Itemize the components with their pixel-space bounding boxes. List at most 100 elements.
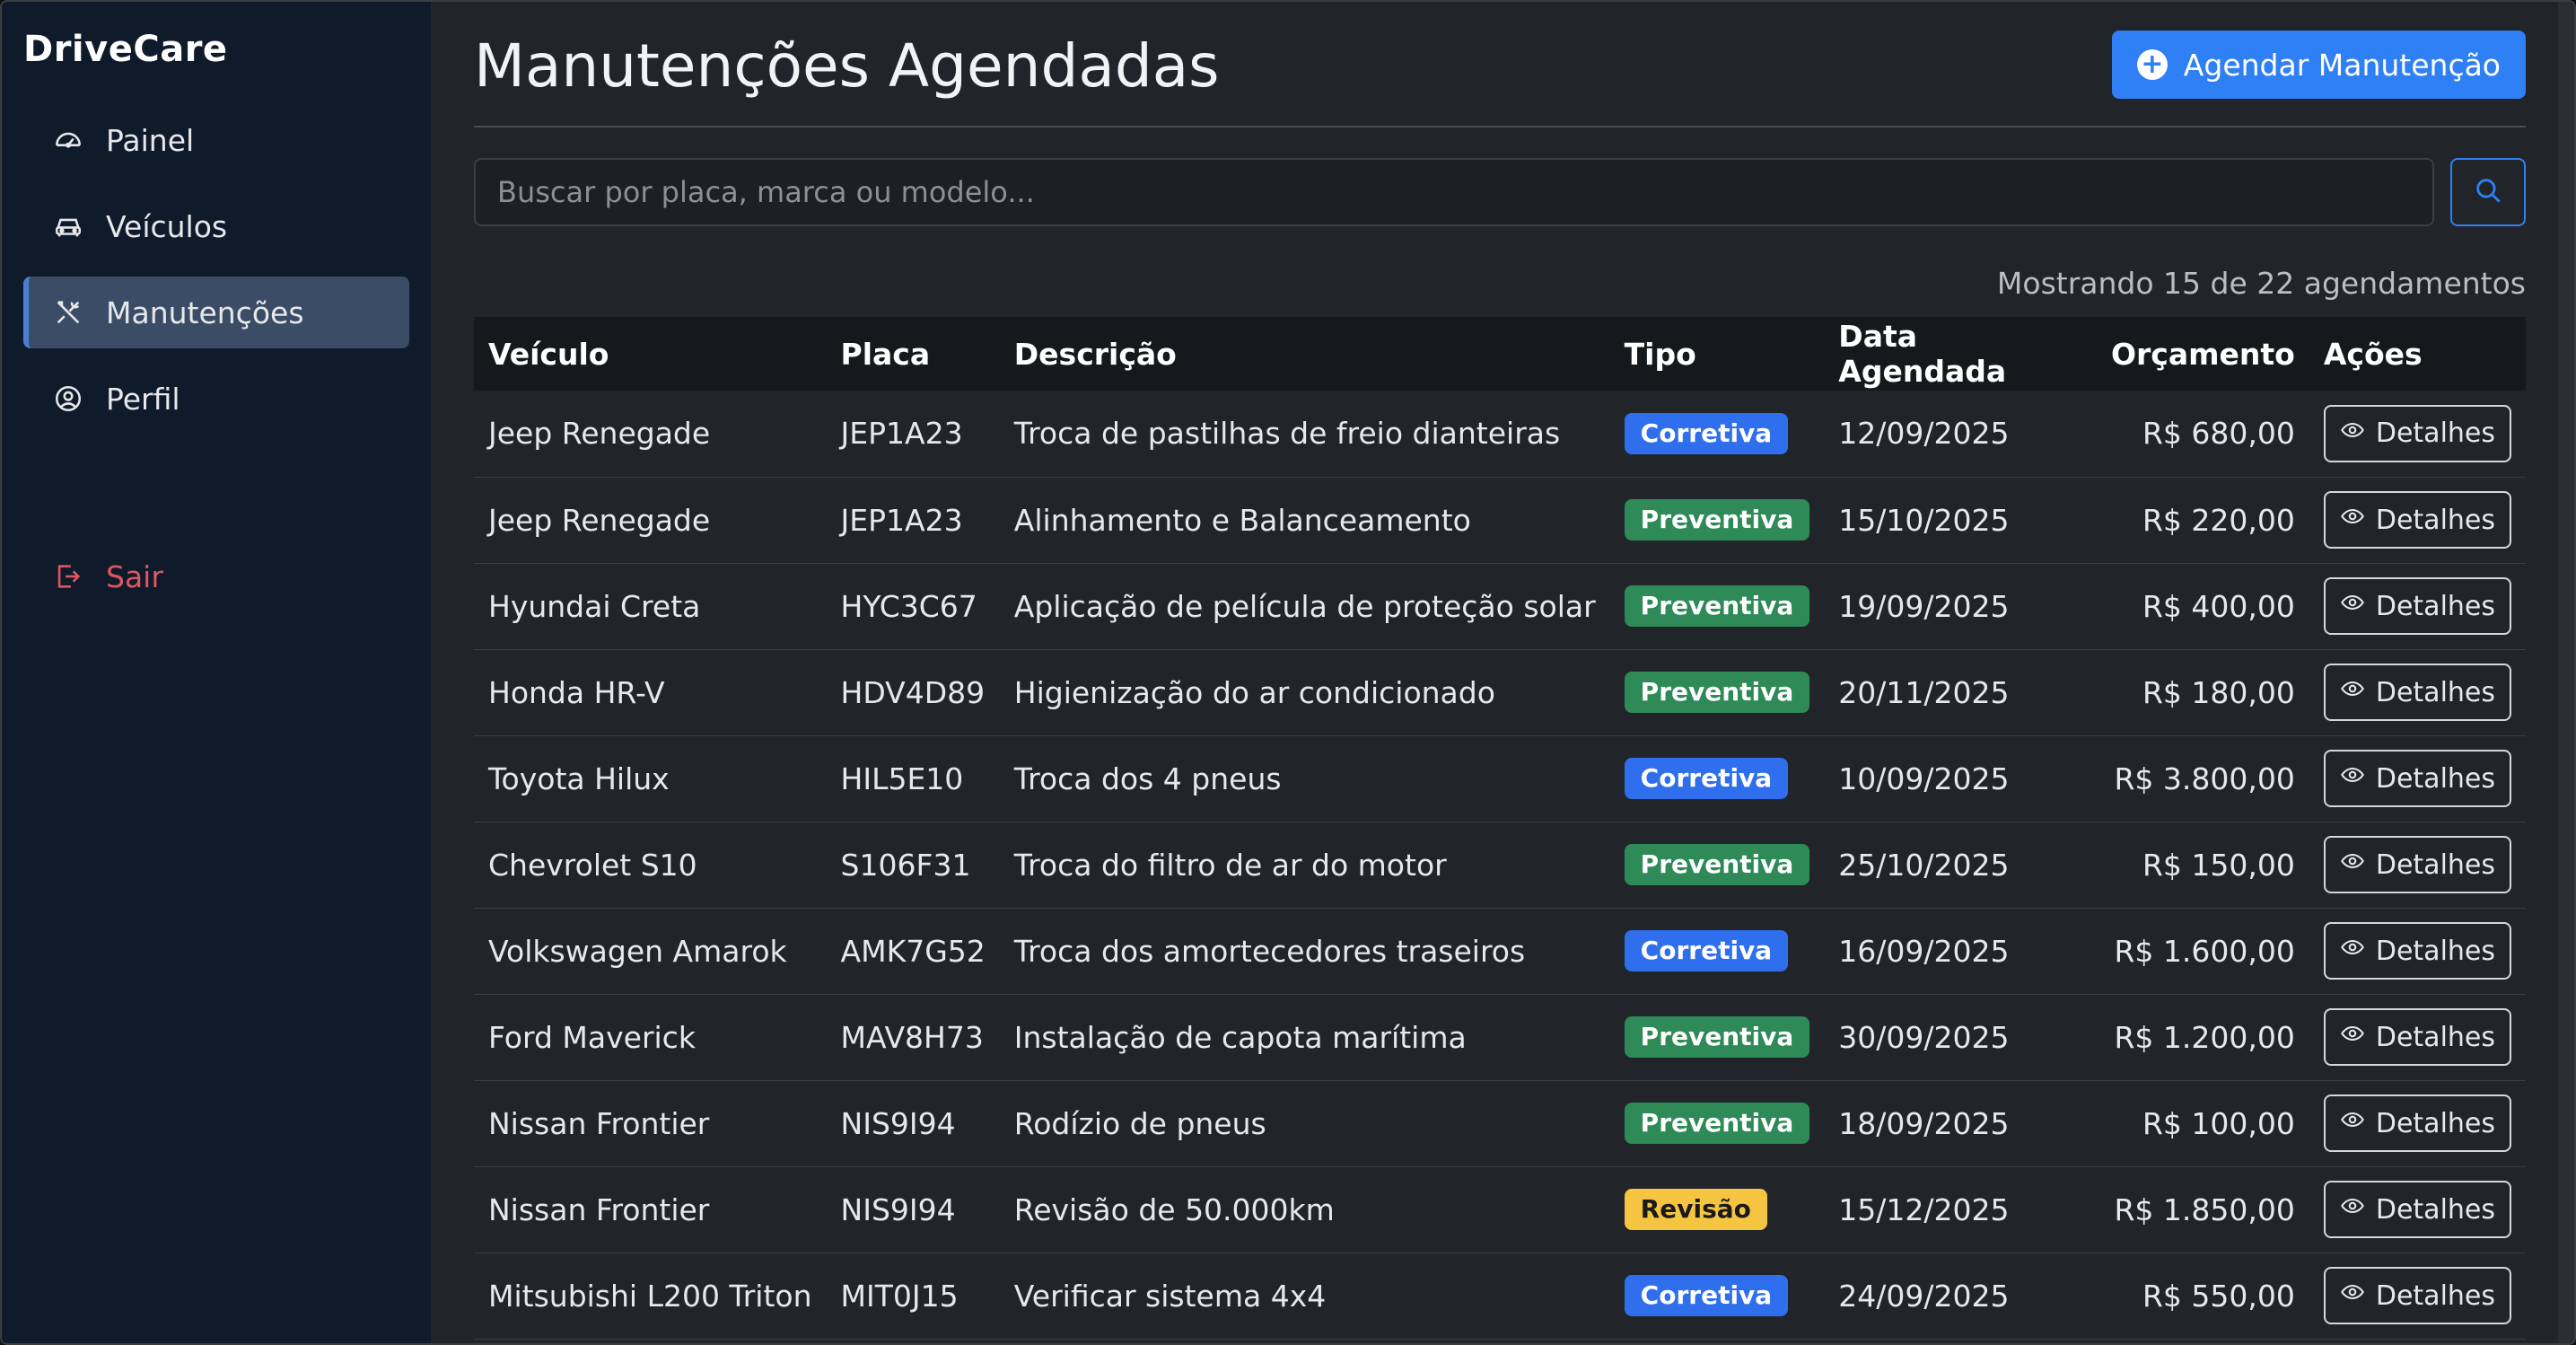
table-row: Toyota Hilux HIL5E10 Troca dos 4 pneus Corr…	[474, 735, 2526, 822]
column-header-description[interactable]: Descrição	[1000, 317, 1610, 391]
eye-icon	[2340, 1021, 2365, 1053]
column-header-budget[interactable]: Orçamento	[2097, 317, 2309, 391]
cell-plate: AMK7G52	[826, 908, 1000, 995]
cell-description: Troca do filtro de ar do motor	[999, 822, 1610, 909]
search-input[interactable]	[474, 158, 2434, 226]
main-content: Manutenções Agendadas + Agendar Manutenç…	[431, 2, 2574, 1343]
cell-plate: JEP1A23	[826, 391, 1000, 478]
type-badge: Preventiva	[1624, 585, 1810, 627]
cell-budget: R$ 1.850,00	[2096, 1166, 2309, 1253]
sidebar-item-veiculos[interactable]: Veículos	[23, 190, 409, 262]
sidebar-item-label: Painel	[106, 122, 195, 158]
cell-vehicle: Ford Maverick	[474, 994, 827, 1081]
column-header-vehicle[interactable]: Veículo	[474, 317, 827, 391]
cell-budget: R$ 550,00	[2096, 1253, 2309, 1340]
cell-type: Corretiva	[1609, 1253, 1825, 1340]
details-label: Detalhes	[2375, 418, 2495, 450]
tools-icon	[50, 294, 86, 330]
sidebar: DriveCare Painel Veículos Manutenções Pe…	[2, 2, 431, 1343]
table-row: Hyundai Creta HYC3C67 Aplicação de películ…	[474, 563, 2526, 650]
details-label: Detalhes	[2375, 590, 2495, 622]
sidebar-item-manutencoes[interactable]: Manutenções	[23, 277, 409, 348]
logout-icon	[50, 558, 86, 594]
column-header-date[interactable]: Data Agendada	[1824, 317, 2097, 391]
sidebar-item-label: Veículos	[106, 208, 228, 244]
schedule-maintenance-button[interactable]: + Agendar Manutenção	[2111, 31, 2526, 99]
cell-type: Preventiva	[1609, 822, 1825, 909]
cell-type: Preventiva	[1609, 563, 1825, 650]
details-button[interactable]: Detalhes	[2323, 664, 2511, 721]
cell-plate: HYC3C67	[826, 563, 1000, 650]
cell-vehicle: Nissan Frontier	[474, 1080, 827, 1167]
cell-description: Instalação de capota marítima	[999, 994, 1610, 1081]
cell-type: Corretiva	[1609, 391, 1825, 478]
details-button[interactable]: Detalhes	[2323, 922, 2511, 980]
cell-type: Preventiva	[1609, 994, 1825, 1081]
table-header-row: Veículo Placa Descrição Tipo Data Agenda…	[474, 317, 2526, 391]
cell-vehicle: Nissan Frontier	[474, 1166, 827, 1253]
details-button[interactable]: Detalhes	[2323, 491, 2511, 549]
eye-icon	[2340, 676, 2365, 708]
details-label: Detalhes	[2375, 504, 2495, 536]
cell-description: Troca de pastilhas de freio dianteiras	[999, 391, 1610, 478]
sidebar-item-logout[interactable]: Sair	[23, 541, 409, 612]
sidebar-item-label: Manutenções	[106, 294, 304, 330]
cell-actions: Detalhes	[2309, 822, 2526, 909]
cell-actions: Detalhes	[2309, 391, 2526, 478]
cell-vehicle: Honda HR-V	[474, 649, 827, 736]
type-badge: Corretiva	[1624, 758, 1789, 799]
sidebar-item-perfil[interactable]: Perfil	[23, 363, 409, 435]
cell-plate: JEP1A23	[826, 477, 1000, 564]
type-badge: Corretiva	[1624, 412, 1789, 454]
table-row: Jeep Renegade JEP1A23 Troca de pastilhas d…	[474, 391, 2526, 478]
car-icon	[50, 208, 86, 244]
type-badge: Preventiva	[1624, 1103, 1810, 1144]
cell-plate: HIL5E10	[826, 735, 1000, 822]
cell-budget: R$ 680,00	[2096, 391, 2309, 478]
cell-vehicle: Jeep Renegade	[474, 391, 827, 478]
details-button[interactable]: Detalhes	[2323, 750, 2511, 807]
eye-icon	[2340, 418, 2365, 450]
details-label: Detalhes	[2375, 762, 2495, 795]
details-label: Detalhes	[2375, 1193, 2495, 1226]
details-button[interactable]: Detalhes	[2323, 1094, 2511, 1152]
details-label: Detalhes	[2375, 848, 2495, 881]
details-label: Detalhes	[2375, 935, 2495, 967]
cell-type: Corretiva	[1609, 908, 1825, 995]
schedule-maintenance-label: Agendar Manutenção	[2183, 47, 2501, 83]
column-header-type[interactable]: Tipo	[1610, 317, 1825, 391]
cell-actions: Detalhes	[2309, 735, 2526, 822]
logout-label: Sair	[106, 558, 163, 594]
sidebar-item-painel[interactable]: Painel	[23, 104, 409, 176]
cell-description: Troca dos amortecedores traseiros	[999, 908, 1610, 995]
details-button[interactable]: Detalhes	[2323, 1267, 2511, 1324]
cell-description: Verificar sistema 4x4	[999, 1253, 1610, 1340]
details-button[interactable]: Detalhes	[2323, 577, 2511, 635]
cell-vehicle: Hyundai Creta	[474, 563, 827, 650]
details-button[interactable]: Detalhes	[2323, 1008, 2511, 1066]
cell-plate: NIS9I94	[826, 1080, 1000, 1167]
eye-icon	[2340, 1279, 2365, 1312]
eye-icon	[2340, 935, 2365, 967]
brand-logo[interactable]: DriveCare	[23, 29, 409, 70]
type-badge: Preventiva	[1624, 499, 1810, 541]
cell-vehicle: Chevrolet S10	[474, 822, 827, 909]
column-header-plate[interactable]: Placa	[827, 317, 1000, 391]
app-window: DriveCare Painel Veículos Manutenções Pe…	[0, 0, 2576, 1345]
cell-vehicle: Volkswagen Amarok	[474, 908, 827, 995]
cell-plate: MAV8H73	[826, 994, 1000, 1081]
cell-budget: R$ 400,00	[2096, 563, 2309, 650]
search-button[interactable]	[2450, 158, 2526, 226]
details-button[interactable]: Detalhes	[2323, 1181, 2511, 1238]
scrollbar[interactable]	[2558, 2, 2574, 1343]
details-button[interactable]: Detalhes	[2323, 836, 2511, 893]
table-row: Chevrolet S10 S106F31 Troca do filtro de a…	[474, 822, 2526, 909]
details-button[interactable]: Detalhes	[2323, 404, 2511, 462]
cell-date: 24/09/2025	[1824, 1253, 2097, 1340]
cell-plate: HDV4D89	[826, 649, 1000, 736]
cell-description: Aplicação de película de proteção solar	[999, 563, 1610, 650]
sidebar-item-label: Perfil	[106, 381, 180, 417]
page-title: Manutenções Agendadas	[474, 31, 1220, 101]
cell-actions: Detalhes	[2309, 908, 2526, 995]
table-row: Honda HR-V HDV4D89 Higienização do ar cond…	[474, 649, 2526, 736]
